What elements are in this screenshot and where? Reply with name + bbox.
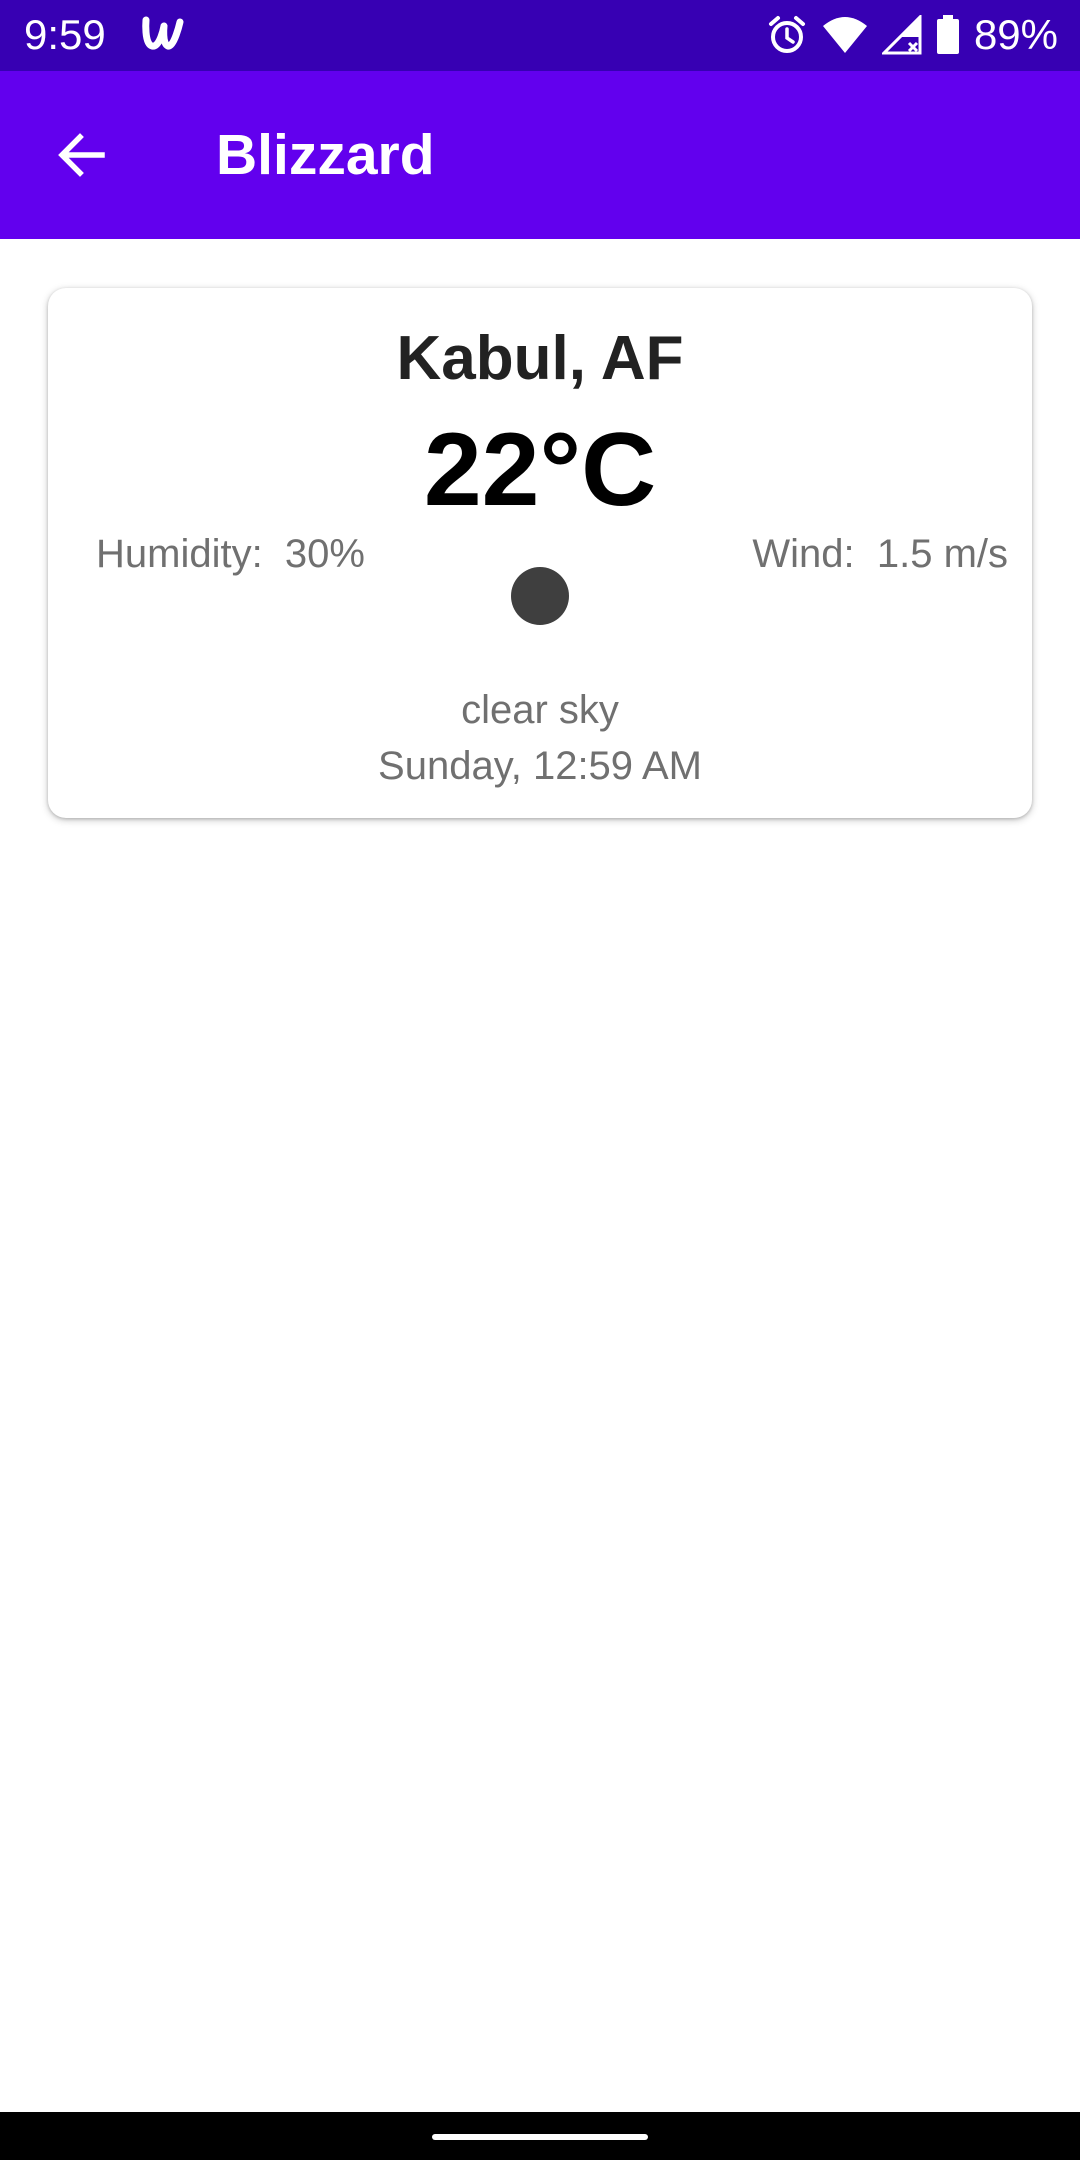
- navigation-bar: [0, 2112, 1080, 2160]
- weather-card[interactable]: Kabul, AF 22°C Humidity: 30% Wind: 1.5 m…: [48, 288, 1032, 818]
- back-button[interactable]: [40, 113, 124, 197]
- status-time: 9:59: [24, 11, 106, 58]
- status-icons: 89%: [766, 10, 1058, 60]
- weather-description: clear sky: [461, 688, 619, 732]
- weather-icon: [511, 567, 569, 625]
- page-title: Blizzard: [216, 123, 435, 187]
- app-bar: Blizzard: [0, 71, 1080, 239]
- humidity-label: Humidity: 30%: [96, 532, 365, 576]
- status-bar: 9:59 89%: [0, 0, 1080, 71]
- app-notification-icon: [138, 10, 186, 58]
- temperature: 22°C: [423, 412, 657, 528]
- home-gesture-handle[interactable]: [432, 2134, 648, 2140]
- battery-percentage: 89%: [973, 11, 1058, 58]
- wifi-icon: [822, 16, 868, 54]
- cell-signal-icon: [881, 15, 922, 55]
- date-time: Sunday, 12:59 AM: [378, 744, 702, 788]
- arrow-back-icon: [58, 133, 105, 177]
- battery-icon: [936, 15, 960, 55]
- alarm-icon: [766, 14, 808, 56]
- wind-label: Wind: 1.5 m/s: [752, 532, 1008, 576]
- city-name: Kabul, AF: [396, 324, 684, 393]
